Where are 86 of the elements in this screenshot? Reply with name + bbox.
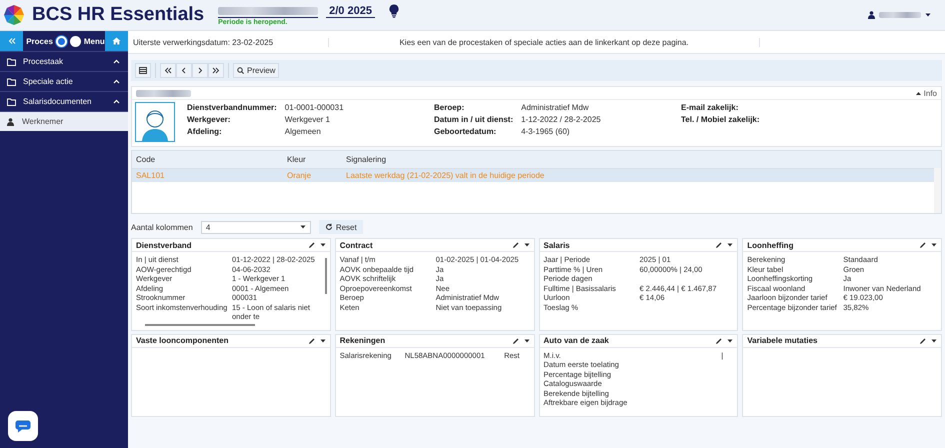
field-label: Beroep: bbox=[434, 103, 466, 112]
panel-title: Loonheffing bbox=[747, 240, 794, 250]
panel-title: Auto van de zaak bbox=[544, 336, 609, 345]
column-header: Code bbox=[135, 155, 156, 164]
deadline-text: Uiterste verwerkingsdatum: 23-02-2025 bbox=[133, 38, 329, 46]
panel-title: Dienstverband bbox=[136, 240, 192, 250]
app-title: BCS HR Essentials bbox=[32, 4, 204, 26]
field-value: 4-3-1965 (60) bbox=[521, 127, 571, 136]
mode-radio[interactable]: Proces bbox=[26, 36, 67, 46]
field-value: Algemeen bbox=[284, 127, 322, 136]
lightbulb-icon[interactable] bbox=[388, 4, 399, 18]
mode-radio[interactable]: Menu bbox=[70, 36, 105, 46]
user-icon bbox=[7, 118, 14, 126]
pencil-icon[interactable] bbox=[715, 336, 724, 344]
chat-button[interactable] bbox=[8, 411, 38, 441]
caret-icon[interactable] bbox=[931, 338, 937, 342]
caret-icon[interactable] bbox=[320, 338, 326, 342]
caret-icon[interactable] bbox=[524, 243, 530, 247]
info-toggle[interactable]: Info bbox=[916, 88, 937, 98]
collapse-button[interactable] bbox=[0, 31, 24, 51]
last-button[interactable] bbox=[208, 63, 224, 78]
caret-icon bbox=[916, 92, 921, 94]
field-label: E-mail zakelijk: bbox=[681, 103, 740, 112]
chevron-icon bbox=[113, 59, 120, 64]
field-value: 01-0001-000031 bbox=[284, 103, 345, 112]
home-icon bbox=[112, 37, 121, 45]
logo-icon bbox=[4, 5, 24, 25]
field-value: Administratief Mdw bbox=[521, 103, 590, 112]
reset-button[interactable]: Reset bbox=[318, 220, 363, 234]
caret-icon[interactable] bbox=[931, 243, 937, 247]
field-label: Geboortedatum: bbox=[434, 127, 498, 136]
period-label: 2/0 2025 bbox=[326, 4, 375, 18]
panel-title: Variabele mutaties bbox=[747, 336, 818, 345]
panel-title: Rekeningen bbox=[340, 336, 386, 345]
field-label: Tel. / Mobiel zakelijk: bbox=[681, 115, 760, 124]
pencil-icon[interactable] bbox=[308, 241, 316, 249]
folder-icon bbox=[7, 78, 16, 86]
caret-icon[interactable] bbox=[727, 338, 734, 342]
caret-icon[interactable] bbox=[300, 225, 306, 229]
next-button[interactable] bbox=[192, 63, 208, 78]
double-chevron-icon bbox=[8, 38, 16, 44]
user-icon bbox=[868, 11, 875, 19]
preview-button[interactable]: Preview bbox=[233, 63, 280, 78]
column-header: Signalering bbox=[345, 155, 388, 164]
chevron-icon bbox=[212, 67, 220, 74]
pencil-icon[interactable] bbox=[512, 241, 520, 249]
field-label: Datum in / uit dienst: bbox=[434, 115, 514, 124]
field-value: Werkgever 1 bbox=[284, 115, 331, 124]
home-button[interactable] bbox=[104, 31, 128, 51]
grid-button[interactable] bbox=[135, 63, 151, 78]
scrollbar[interactable] bbox=[934, 168, 941, 213]
pencil-icon[interactable] bbox=[919, 336, 927, 344]
caret-icon[interactable] bbox=[320, 243, 326, 247]
pencil-icon[interactable] bbox=[308, 336, 316, 344]
previous-button[interactable] bbox=[176, 63, 192, 78]
caret-icon[interactable] bbox=[524, 338, 530, 342]
columns-select[interactable]: 4 bbox=[200, 220, 311, 234]
redacted-username bbox=[879, 12, 921, 18]
folder-icon bbox=[7, 58, 16, 66]
field-label: Afdeling: bbox=[187, 127, 223, 136]
chevron-icon bbox=[113, 99, 120, 104]
hint-text: Kies een van de procestaken of speciale acties aan de linkerkant op deze pagina. bbox=[329, 38, 760, 46]
caret-icon[interactable] bbox=[925, 13, 931, 17]
panel-title: Salaris bbox=[544, 240, 570, 250]
folder-icon bbox=[7, 98, 16, 106]
field-label: Werkgever: bbox=[187, 115, 232, 124]
pencil-icon[interactable] bbox=[919, 241, 927, 249]
search-icon bbox=[237, 67, 244, 74]
caret-icon[interactable] bbox=[727, 243, 734, 247]
sidebar-item[interactable]: Werknemer bbox=[0, 112, 128, 131]
columns-label: Aantal kolommen bbox=[131, 222, 193, 232]
panel-title: Vaste looncomponenten bbox=[136, 336, 228, 345]
chat-icon bbox=[15, 420, 31, 432]
refresh-icon bbox=[324, 223, 333, 231]
field-label: Dienstverbandnummer: bbox=[187, 103, 277, 112]
pencil-icon[interactable] bbox=[512, 336, 520, 344]
panel-title: Contract bbox=[340, 240, 373, 250]
avatar-icon bbox=[135, 102, 175, 142]
chevron-icon bbox=[164, 67, 172, 74]
chevron-icon bbox=[113, 79, 120, 84]
field-value: 1-12-2022 / 28-2-2025 bbox=[521, 115, 602, 124]
table-icon bbox=[139, 67, 147, 74]
pencil-icon[interactable] bbox=[715, 241, 724, 249]
redacted-employee-name bbox=[136, 90, 191, 96]
column-header: Kleur bbox=[286, 155, 307, 164]
first-button[interactable] bbox=[160, 63, 176, 78]
